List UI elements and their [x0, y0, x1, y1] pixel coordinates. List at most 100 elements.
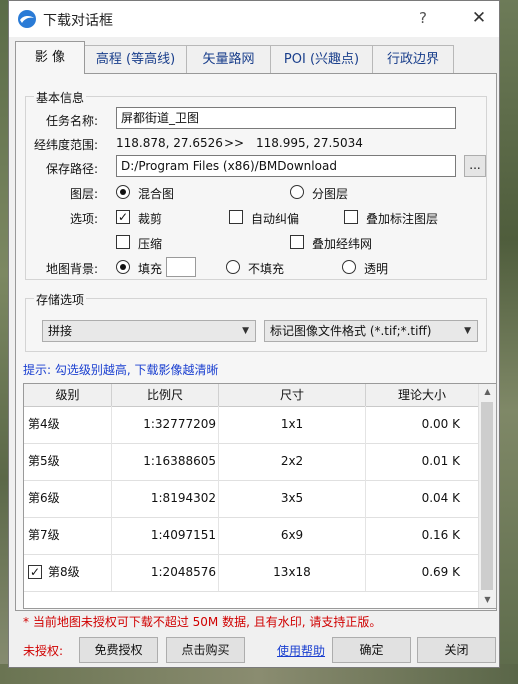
layer-split-radio[interactable] — [290, 185, 304, 199]
col-scale[interactable]: 比例尺 — [112, 384, 219, 406]
basic-info-group: 基本信息 任务名称: 屏都街道_卫图 经纬度范围: 118.878, 27.65… — [25, 89, 487, 280]
crop-checkbox[interactable]: ✓ — [116, 210, 130, 224]
tab-poi[interactable]: POI (兴趣点) — [270, 45, 373, 73]
scroll-thumb[interactable] — [481, 402, 493, 590]
window-title: 下载对话框 — [43, 13, 113, 29]
graticule-label: 叠加经纬网 — [312, 237, 373, 251]
scroll-up-icon[interactable]: ▲ — [479, 384, 496, 400]
auto-correct-checkbox[interactable] — [229, 210, 243, 224]
row-size: 6x9 — [219, 517, 366, 554]
table-row[interactable]: 第7级 1:4097151 6x9 0.16 K — [24, 517, 479, 555]
bg-fill-label: 填充 — [138, 262, 163, 276]
row-scale: 1:8194302 — [112, 480, 219, 517]
table-row[interactable]: 第6级 1:8194302 3x5 0.04 K — [24, 480, 479, 518]
bg-nofill-label: 不填充 — [248, 262, 285, 276]
buy-button[interactable]: 点击购买 — [166, 637, 245, 663]
row-size: 1x1 — [219, 406, 366, 443]
label-layer-label: 叠加标注图层 — [366, 212, 439, 226]
range-to: 118.995, 27.5034 — [256, 136, 363, 150]
tab-admin-boundary[interactable]: 行政边界 — [372, 45, 454, 73]
row-level: 第6级 — [24, 480, 112, 517]
title-bar: 下载对话框 ? ✕ — [9, 1, 499, 37]
basic-info-legend: 基本信息 — [34, 89, 87, 106]
row-scale: 1:32777209 — [112, 406, 219, 443]
browse-button[interactable]: ... — [464, 155, 486, 177]
storage-mode-value: 拼接 — [48, 324, 73, 338]
crop-label: 裁剪 — [138, 212, 163, 226]
row-level: 第7级 — [24, 517, 112, 554]
help-link[interactable]: 使用帮助 — [277, 642, 325, 659]
level-checkbox[interactable]: ✓ — [28, 565, 42, 579]
save-path-label: 保存路径: — [46, 162, 99, 176]
task-name-input[interactable]: 屏都街道_卫图 — [116, 107, 456, 129]
download-dialog: 下载对话框 ? ✕ 影 像 高程 (等高线) 矢量路网 POI (兴趣点) 行政… — [8, 0, 500, 668]
layer-mixed-radio[interactable] — [116, 185, 130, 199]
background-label: 地图背景: — [46, 262, 99, 276]
level-table: 级别 比例尺 尺寸 理论大小 第4级 1:32777209 1x1 0.00 K… — [23, 383, 497, 609]
tab-road-network[interactable]: 矢量路网 — [186, 45, 271, 73]
graticule-checkbox[interactable] — [290, 235, 304, 249]
compress-checkbox[interactable] — [116, 235, 130, 249]
task-name-label: 任务名称: — [46, 114, 99, 128]
background-map — [0, 0, 8, 684]
chevron-down-icon: ▼ — [464, 326, 471, 336]
layer-mixed-label: 混合图 — [138, 187, 175, 201]
layer-split-label: 分图层 — [312, 187, 349, 201]
close-window-button[interactable]: ✕ — [467, 8, 491, 30]
background-map-right — [500, 0, 518, 684]
storage-legend: 存储选项 — [34, 291, 87, 308]
range-label: 经纬度范围: — [34, 138, 99, 152]
file-format-select[interactable]: 标记图像文件格式 (*.tif;*.tiff) ▼ — [264, 320, 478, 342]
bg-nofill-radio[interactable] — [226, 260, 240, 274]
col-estimated-size[interactable]: 理论大小 — [366, 384, 479, 406]
app-logo-icon — [18, 10, 36, 28]
row-size: 3x5 — [219, 480, 366, 517]
storage-group: 存储选项 拼接 ▼ 标记图像文件格式 (*.tif;*.tiff) ▼ — [25, 291, 487, 352]
tab-imagery[interactable]: 影 像 — [15, 41, 85, 74]
auto-correct-label: 自动纠偏 — [251, 212, 300, 226]
table-row[interactable]: 第5级 1:16388605 2x2 0.01 K — [24, 443, 479, 481]
close-button[interactable]: 关闭 — [417, 637, 496, 663]
table-header: 级别 比例尺 尺寸 理论大小 — [24, 384, 479, 407]
row-level: 第8级 — [48, 565, 80, 579]
row-size: 13x18 — [219, 554, 366, 591]
table-row[interactable]: ✓ 第8级 1:2048576 13x18 0.69 K — [24, 554, 479, 592]
scroll-down-icon[interactable]: ▼ — [479, 592, 496, 608]
options-label: 选项: — [70, 212, 99, 226]
file-format-value: 标记图像文件格式 (*.tif;*.tiff) — [270, 324, 432, 338]
row-estimated-size: 0.69 K — [366, 554, 479, 591]
layer-label: 图层: — [70, 187, 99, 201]
storage-mode-select[interactable]: 拼接 ▼ — [42, 320, 256, 342]
free-auth-button[interactable]: 免费授权 — [79, 637, 158, 663]
row-level-cell: ✓ 第8级 — [24, 554, 112, 591]
table-scrollbar[interactable]: ▲ ▼ — [478, 384, 496, 608]
row-level: 第4级 — [24, 406, 112, 443]
fill-color-picker[interactable] — [166, 257, 196, 277]
row-estimated-size: 0.00 K — [366, 406, 479, 443]
row-scale: 1:2048576 — [112, 554, 219, 591]
row-level: 第5级 — [24, 443, 112, 480]
row-estimated-size: 0.16 K — [366, 517, 479, 554]
col-size[interactable]: 尺寸 — [219, 384, 366, 406]
compress-label: 压缩 — [138, 237, 163, 251]
range-from: 118.878, 27.6526 — [116, 136, 223, 150]
unauthorized-label: 未授权: — [23, 644, 64, 658]
save-path-input[interactable]: D:/Program Files (x86)/BMDownload — [116, 155, 456, 177]
range-separator: >> — [224, 136, 245, 150]
row-estimated-size: 0.01 K — [366, 443, 479, 480]
table-row[interactable]: 第4级 1:32777209 1x1 0.00 K — [24, 406, 479, 444]
bg-transparent-label: 透明 — [364, 262, 389, 276]
row-size: 2x2 — [219, 443, 366, 480]
row-scale: 1:4097151 — [112, 517, 219, 554]
col-level[interactable]: 级别 — [24, 384, 112, 406]
level-hint: 提示: 勾选级别越高, 下载影像越清晰 — [23, 363, 219, 377]
help-button[interactable]: ? — [411, 9, 435, 29]
row-estimated-size: 0.04 K — [366, 480, 479, 517]
tab-elevation[interactable]: 高程 (等高线) — [84, 45, 187, 73]
bg-transparent-radio[interactable] — [342, 260, 356, 274]
ok-button[interactable]: 确定 — [332, 637, 411, 663]
unlicensed-warning: * 当前地图未授权可下载不超过 50M 数据, 且有水印, 请支持正版。 — [23, 615, 382, 629]
bg-fill-radio[interactable] — [116, 260, 130, 274]
label-layer-checkbox[interactable] — [344, 210, 358, 224]
row-scale: 1:16388605 — [112, 443, 219, 480]
